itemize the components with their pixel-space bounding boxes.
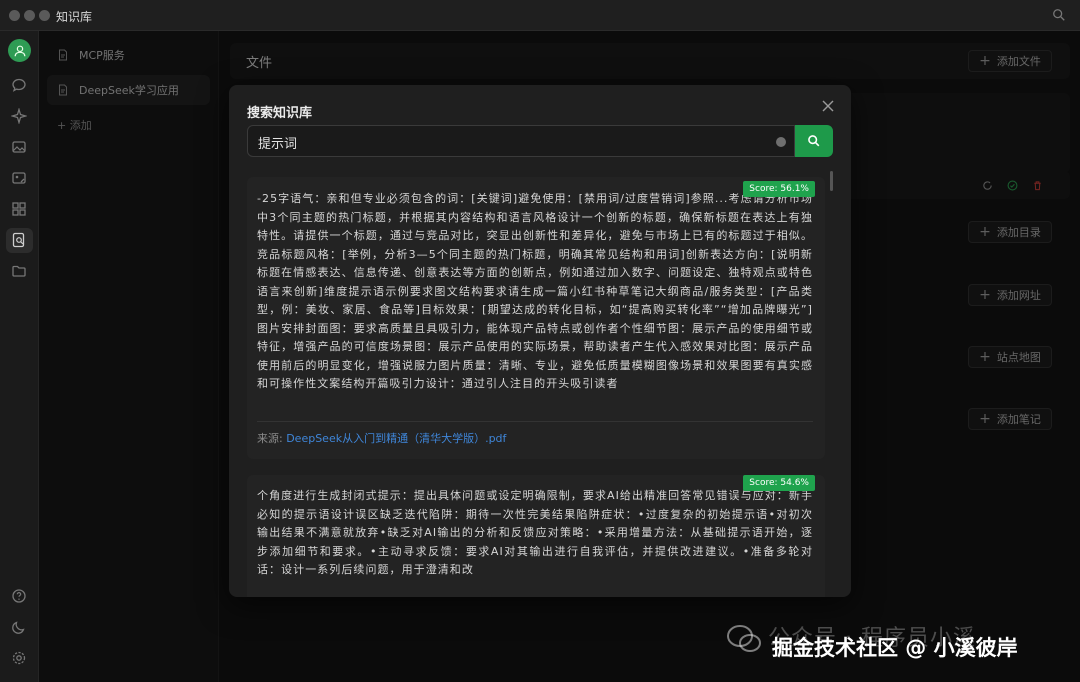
- result-text: -25字语气：亲和但专业必须包含的词：[关键词]避免使用：[禁用词/过度营销词]…: [257, 192, 813, 390]
- avatar[interactable]: [8, 39, 31, 62]
- search-results: -25字语气：亲和但专业必须包含的词：[关键词]避免使用：[禁用词/过度营销词]…: [247, 169, 833, 597]
- divider: [257, 421, 813, 422]
- icon-rail: [0, 31, 39, 682]
- search-icon: [808, 135, 820, 147]
- score-badge: Score: 54.6%: [743, 475, 815, 491]
- title-bar: 知识库: [0, 0, 1080, 31]
- moon-icon[interactable]: [10, 618, 28, 636]
- minimize-window-button[interactable]: [24, 10, 35, 21]
- score-badge: Score: 56.1%: [743, 181, 815, 197]
- scrollbar[interactable]: [830, 171, 833, 191]
- help-icon[interactable]: [10, 587, 28, 605]
- search-input[interactable]: [258, 132, 758, 152]
- chat-icon[interactable]: [10, 76, 28, 94]
- window-title: 知识库: [56, 10, 93, 24]
- image-edit-icon[interactable]: [10, 169, 28, 187]
- wechat-icon: [727, 625, 761, 652]
- result-card: 个角度进行生成封闭式提示：提出具体问题或设定明确限制，要求AI给出精准回答常见错…: [247, 475, 825, 597]
- search-field: [247, 125, 795, 157]
- maximize-window-button[interactable]: [39, 10, 50, 21]
- app-window: 知识库 MCP服务 DeepSeek学习应用 + 添加 文件 + 添加文件 + …: [0, 0, 1080, 682]
- close-window-button[interactable]: [9, 10, 20, 21]
- source-label: 来源:: [257, 432, 287, 445]
- modal-title: 搜索知识库: [247, 106, 313, 121]
- search-icon[interactable]: [1052, 8, 1066, 22]
- settings-icon[interactable]: [10, 649, 28, 667]
- source-link[interactable]: DeepSeek从入门到精通（清华大学版）.pdf: [286, 432, 506, 445]
- grid-icon[interactable]: [10, 200, 28, 218]
- clear-icon[interactable]: [776, 137, 786, 147]
- watermark-line2: 掘金技术社区 @ 小溪彼岸: [772, 636, 1018, 660]
- result-card: -25字语气：亲和但专业必须包含的词：[关键词]避免使用：[禁用词/过度营销词]…: [247, 177, 825, 459]
- result-source: 来源: DeepSeek从入门到精通（清华大学版）.pdf: [257, 430, 506, 446]
- search-knowledge-modal: 搜索知识库 -25字语气：亲和但专业必须包含的词：[关键词]避免使用：[禁用词/…: [229, 85, 851, 597]
- avatar-icon: [14, 45, 25, 56]
- watermark: 公众号 · 程序员小溪 掘金技术社区 @ 小溪彼岸: [720, 612, 1070, 668]
- result-text: 个角度进行生成封闭式提示：提出具体问题或设定明确限制，要求AI给出精准回答常见错…: [257, 489, 813, 576]
- folder-icon[interactable]: [10, 262, 28, 280]
- knowledge-base-icon[interactable]: [10, 231, 28, 249]
- close-icon[interactable]: [821, 99, 835, 113]
- image-icon[interactable]: [10, 138, 28, 156]
- search-button[interactable]: [795, 125, 833, 157]
- sparkle-icon[interactable]: [10, 107, 28, 125]
